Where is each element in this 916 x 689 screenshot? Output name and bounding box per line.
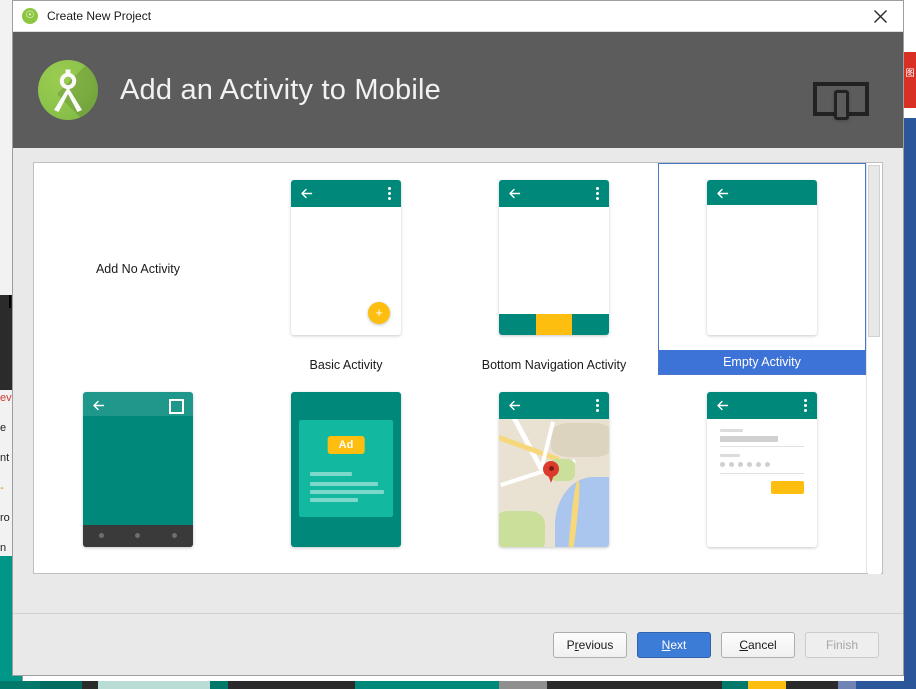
template-label-add-no-activity: Add No Activity xyxy=(95,262,181,276)
template-card-empty-activity[interactable]: Empty Activity xyxy=(658,163,866,375)
android-studio-logo xyxy=(38,60,98,120)
gallery-scrollbar[interactable] xyxy=(866,163,882,574)
template-card-basic-activity[interactable]: + Basic Activity xyxy=(242,163,450,375)
overflow-menu-icon xyxy=(596,186,599,200)
template-label-basic-activity: Basic Activity xyxy=(309,358,383,372)
back-arrow-icon xyxy=(717,400,729,410)
background-right-blue-strip xyxy=(904,118,916,689)
dialog-title: Create New Project xyxy=(47,9,152,23)
cancel-button-post: ancel xyxy=(747,637,777,652)
fullscreen-activity-thumb xyxy=(83,385,193,553)
create-new-project-dialog: ☉ Create New Project Add an Activity to … xyxy=(12,0,904,676)
ad-badge: Ad xyxy=(327,435,365,454)
floating-action-button-icon: + xyxy=(368,301,390,324)
back-arrow-icon xyxy=(93,400,105,410)
admob-ads-activity-thumb: Ad xyxy=(291,385,401,553)
empty-activity-thumb xyxy=(707,174,817,340)
background-bottom-strip xyxy=(0,681,916,689)
template-label-fullscreen-activity xyxy=(34,567,242,573)
cancel-button-mnemonic: C xyxy=(739,637,748,652)
template-label-empty-activity: Empty Activity xyxy=(659,350,865,374)
android-studio-icon: ☉ xyxy=(22,8,38,24)
google-maps-activity-thumb xyxy=(499,385,609,553)
previous-button-pre: P xyxy=(566,637,575,652)
back-arrow-icon xyxy=(301,188,313,198)
page-title: Add an Activity to Mobile xyxy=(120,73,441,106)
activity-template-gallery: Add No Activity + Basic Activity Bottom … xyxy=(33,162,883,574)
login-activity-thumb xyxy=(707,385,817,553)
background-right-red-strip xyxy=(904,52,916,108)
template-card-fullscreen-activity[interactable] xyxy=(34,375,242,573)
overflow-menu-icon xyxy=(388,186,391,200)
dialog-titlebar: ☉ Create New Project xyxy=(13,1,903,32)
basic-activity-thumb: + xyxy=(291,173,401,341)
template-card-bottom-navigation-activity[interactable]: Bottom Navigation Activity xyxy=(450,163,658,375)
template-card-admob-ads-activity[interactable]: Ad xyxy=(242,375,450,573)
template-card-add-no-activity[interactable]: Add No Activity xyxy=(34,163,242,375)
template-label-admob-ads-activity xyxy=(242,567,450,573)
login-button-preview xyxy=(771,480,804,494)
cancel-button[interactable]: Cancel xyxy=(721,631,795,658)
map-marker-icon xyxy=(543,460,559,483)
gallery-scrollbar-thumb[interactable] xyxy=(868,165,880,337)
tablet-phone-icon xyxy=(813,82,869,122)
template-label-bottom-navigation-activity: Bottom Navigation Activity xyxy=(481,358,627,372)
background-right-glyph: 图 xyxy=(905,68,915,78)
previous-button-post: evious xyxy=(578,637,614,652)
overflow-menu-icon xyxy=(596,398,599,412)
bottom-navigation-activity-thumb xyxy=(499,173,609,341)
map-preview xyxy=(499,418,609,547)
back-arrow-icon xyxy=(717,188,729,198)
finish-button: Finish xyxy=(805,631,879,658)
template-card-login-activity[interactable] xyxy=(658,375,866,573)
template-label-login-activity xyxy=(658,567,866,573)
template-card-google-maps-activity[interactable] xyxy=(450,375,658,573)
overflow-menu-icon xyxy=(804,398,807,412)
next-button[interactable]: Next xyxy=(637,631,711,658)
close-icon[interactable] xyxy=(857,1,903,31)
dialog-body: Add No Activity + Basic Activity Bottom … xyxy=(13,148,903,645)
bottom-navigation-bar xyxy=(499,313,609,335)
next-button-post: ext xyxy=(670,637,687,652)
template-label-google-maps-activity xyxy=(450,567,658,573)
system-navigation-bar xyxy=(83,524,193,547)
background-text-caret xyxy=(9,295,11,308)
previous-button[interactable]: Pr evious xyxy=(553,631,627,658)
expand-fullscreen-icon xyxy=(169,398,184,414)
next-button-mnemonic: N xyxy=(661,637,671,652)
dialog-footer: Pr evious Next Cancel Finish xyxy=(13,613,903,675)
dialog-header: Add an Activity to Mobile xyxy=(13,32,903,148)
back-arrow-icon xyxy=(509,188,521,198)
back-arrow-icon xyxy=(509,400,521,410)
